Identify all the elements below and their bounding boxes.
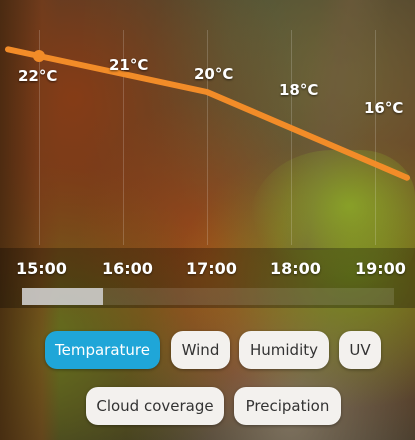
tab-humidity[interactable]: Humidity [239, 331, 329, 369]
x-tick-label: 18:00 [270, 259, 321, 278]
x-tick-label: 17:00 [186, 259, 237, 278]
x-tick-label: 19:00 [355, 259, 406, 278]
current-point-marker [33, 50, 45, 62]
temperature-line-svg [5, 46, 410, 181]
tab-precipitation[interactable]: Precipation [234, 387, 341, 425]
x-tick-label: 16:00 [102, 259, 153, 278]
data-label: 18°C [279, 81, 319, 99]
temperature-chart: 22°C 21°C 20°C 18°C 16°C [0, 0, 415, 250]
data-label: 16°C [364, 99, 404, 117]
timeline-scrollbar-thumb[interactable] [22, 288, 103, 305]
tab-temperature[interactable]: Temparature [45, 331, 160, 369]
tab-wind[interactable]: Wind [171, 331, 230, 369]
x-tick-label: 15:00 [16, 259, 67, 278]
data-label: 21°C [109, 56, 149, 74]
tab-cloud-coverage[interactable]: Cloud coverage [86, 387, 224, 425]
data-label: 22°C [18, 67, 58, 85]
tab-uv[interactable]: UV [339, 331, 381, 369]
data-label: 20°C [194, 65, 234, 83]
